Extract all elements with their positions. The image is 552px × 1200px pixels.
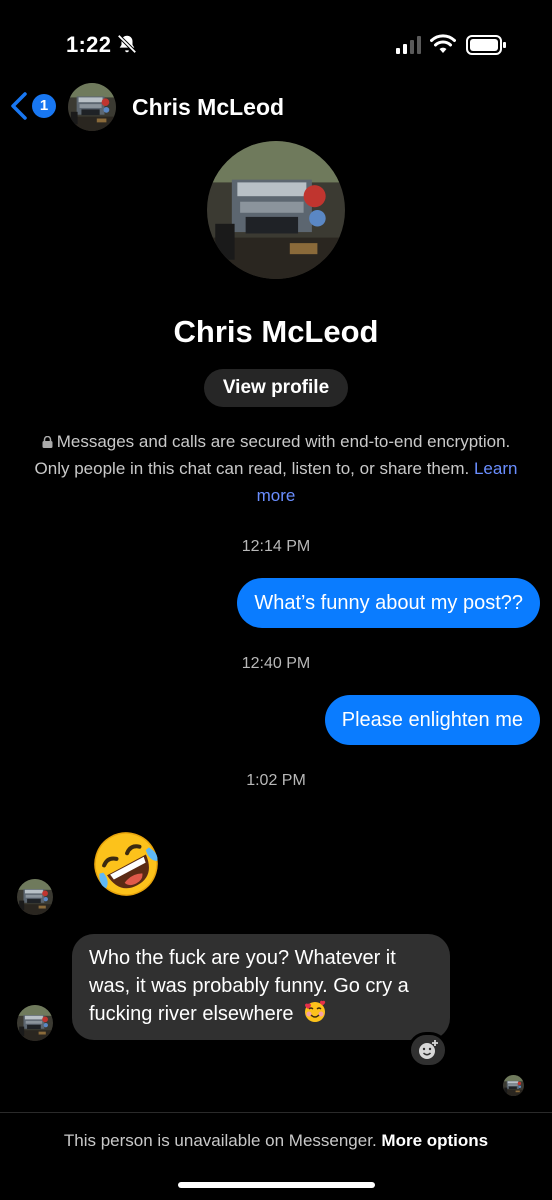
timestamp: 12:14 PM [241, 538, 311, 555]
home-indicator[interactable] [178, 1182, 375, 1188]
seen-indicator-avatar [503, 1075, 524, 1096]
sender-avatar[interactable] [17, 879, 53, 915]
divider [0, 1112, 552, 1113]
outgoing-message[interactable]: Please enlighten me [324, 695, 540, 745]
incoming-message[interactable]: Who the fuck are you? Whatever it was, i… [72, 934, 450, 1040]
lock-icon [42, 436, 53, 448]
profile-avatar[interactable] [207, 141, 345, 279]
bell-slash-icon [117, 34, 137, 54]
unavailable-notice: This person is unavailable on Messenger.… [0, 1131, 552, 1151]
smiling-face-with-hearts-emoji [305, 1000, 326, 1022]
unread-badge: 1 [32, 94, 56, 118]
view-profile-button[interactable]: View profile [204, 369, 348, 407]
outgoing-message[interactable]: What’s funny about my post?? [237, 578, 540, 628]
encryption-text: Messages and calls are secured with end-… [34, 432, 511, 478]
rolling-on-floor-laughing-emoji[interactable] [90, 828, 162, 900]
timestamp: 12:40 PM [241, 655, 311, 672]
message-text: Who the fuck are you? Whatever it was, i… [89, 947, 409, 1025]
chevron-left-icon [11, 92, 27, 120]
more-options-link[interactable]: More options [381, 1131, 488, 1150]
signal-icon [396, 36, 421, 54]
wifi-icon [430, 34, 456, 53]
profile-name: Chris McLeod [173, 314, 379, 349]
add-reaction-icon [419, 1040, 438, 1059]
contact-name[interactable]: Chris McLeod [132, 94, 284, 121]
timestamp: 1:02 PM [246, 772, 306, 789]
encryption-notice: Messages and calls are secured with end-… [26, 428, 526, 509]
sender-avatar[interactable] [17, 1005, 53, 1041]
avatar[interactable] [68, 83, 116, 131]
add-reaction-button[interactable] [408, 1032, 448, 1068]
chat-header: 1 Chris McLeod [0, 80, 552, 136]
status-time: 1:22 [66, 32, 112, 57]
battery-icon [466, 35, 506, 55]
status-bar: 1:22 [0, 0, 552, 80]
unavailable-text: This person is unavailable on Messenger. [63, 1131, 377, 1150]
